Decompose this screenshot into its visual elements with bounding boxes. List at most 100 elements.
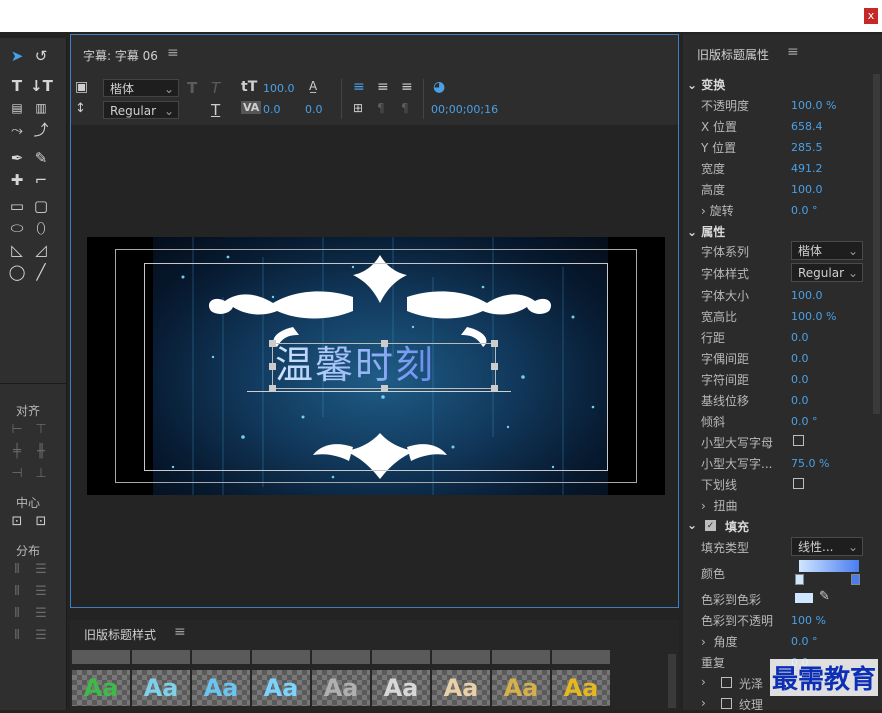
film-background-icon[interactable]: ▣ [75,79,88,95]
rounded-rect-tool-icon[interactable]: ⬯ [30,218,52,238]
leading-value[interactable]: 0.0 [305,103,323,116]
distort-row[interactable]: › 扭曲 [701,497,737,514]
title-text[interactable]: 温馨时刻 [275,342,435,388]
style-swatch[interactable]: Aa [192,670,250,706]
scrollbar[interactable] [873,74,880,414]
fill-checkbox[interactable]: ✓ [705,520,716,531]
rotation-tool-icon[interactable]: ↺ [30,46,52,66]
property-value[interactable]: 0.0 [791,352,809,365]
small-caps-size-value[interactable]: 75.0 % [791,457,829,470]
gradient-stop-end[interactable] [851,574,860,585]
transform-value[interactable]: 100.0 % [791,99,836,112]
align-right-text-icon[interactable]: ≡ [401,79,413,95]
transform-section[interactable]: ⌄ 变换 [687,76,725,93]
close-button[interactable]: x [864,8,878,24]
vertical-path-type-tool-icon[interactable]: ⤴ [30,120,52,140]
area-type-tool-icon[interactable]: ▤ [6,98,28,118]
arc-tool-icon[interactable]: ◿ [30,240,52,260]
color-swatch[interactable] [795,593,813,603]
align-bottom-icon[interactable]: ⊥ [30,464,52,484]
angle-value[interactable]: 0.0 ° [791,635,818,648]
italic-icon[interactable]: T [211,79,220,97]
style-swatch-row-top[interactable] [132,650,190,664]
style-swatch-row-top[interactable] [372,650,430,664]
property-value[interactable]: 0.0 ° [791,415,818,428]
font-style-select[interactable]: Regular ⌄ [103,101,179,119]
distribute-center-icon[interactable]: ⫴ [6,582,28,602]
font-family-select[interactable]: 楷体 ⌄ [103,79,179,97]
transform-value[interactable]: 100.0 [791,183,823,196]
resize-handle[interactable] [269,340,276,347]
sheen-row[interactable]: › [701,675,706,689]
scrollbar[interactable] [668,654,676,708]
small-caps-checkbox[interactable] [793,435,804,446]
texture-checkbox[interactable] [721,698,732,709]
clipped-rectangle-tool-icon[interactable]: ⬭ [6,218,28,238]
style-swatch[interactable]: Aa [132,670,190,706]
add-anchor-tool-icon[interactable]: ✚ [6,170,28,190]
delete-anchor-tool-icon[interactable]: ✎ [30,148,52,168]
fill-section[interactable]: ⌄ [687,518,697,532]
transform-value[interactable]: 491.2 [791,162,823,175]
transform-value[interactable]: 285.5 [791,141,823,154]
paragraph-icon[interactable]: ¶ [377,101,385,115]
bold-icon[interactable]: T [187,79,197,97]
vertical-area-type-tool-icon[interactable]: ▥ [30,98,52,118]
line-spacing-icon[interactable]: ↕ [75,101,86,116]
style-swatch[interactable]: Aa [492,670,550,706]
angle-row[interactable]: › 角度 [701,633,737,650]
timecode-value[interactable]: 00;00;00;16 [431,103,498,116]
distribute-right-icon[interactable]: ⫴ [6,604,28,624]
resize-handle[interactable] [491,340,498,347]
vertical-type-tool-icon[interactable]: ↓T [30,76,53,96]
align-left-icon[interactable]: ⊢ [6,420,28,440]
eyedropper-icon[interactable]: ✎ [819,589,830,604]
show-background-video-icon[interactable]: ◕ [433,79,445,95]
transform-label[interactable]: › 旋转 [701,202,734,219]
kerning-value[interactable]: 0.0 [263,103,281,116]
path-type-tool-icon[interactable]: ⤳ [6,120,28,140]
align-center-text-icon[interactable]: ≡ [377,79,389,95]
style-swatch[interactable]: Aa [552,670,610,706]
rounded-rectangle-tool-icon[interactable]: ▢ [30,196,52,216]
resize-handle[interactable] [491,363,498,370]
style-swatch-row-top[interactable] [432,650,490,664]
distribute-left-icon[interactable]: ⫴ [6,560,28,580]
tab-stops-icon[interactable]: ⊞ [353,101,363,115]
property-value[interactable]: 0.0 [791,331,809,344]
style-swatch-row-top[interactable] [252,650,310,664]
center-horizontal-icon[interactable]: ⊡ [6,512,28,532]
property-value[interactable]: 0.0 [791,373,809,386]
text-bounding-box[interactable]: 温馨时刻 [269,340,498,392]
font-size-value[interactable]: 100.0 [263,82,295,95]
property-value[interactable]: 100.0 % [791,310,836,323]
property-value[interactable]: 100.0 [791,289,823,302]
style-swatch[interactable]: Aa [72,670,130,706]
distribute-hspace-icon[interactable]: ⫴ [6,626,28,646]
rectangle-tool-icon[interactable]: ▭ [6,196,28,216]
style-swatch[interactable]: Aa [372,670,430,706]
wedge-tool-icon[interactable]: ◺ [6,240,28,260]
transform-value[interactable]: 658.4 [791,120,823,133]
align-vcenter-icon[interactable]: ╫ [30,442,52,462]
properties-section[interactable]: ⌄ 属性 [687,223,725,240]
style-swatch-row-top[interactable] [552,650,610,664]
style-swatch-row-top[interactable] [492,650,550,664]
gradient-ramp[interactable] [799,560,859,572]
property-value[interactable]: 0.0 [791,394,809,407]
style-swatch-row-top[interactable] [192,650,250,664]
fill-type-select[interactable]: 线性... ⌄ [791,537,863,556]
resize-handle[interactable] [381,340,388,347]
style-swatch[interactable]: Aa [252,670,310,706]
pen-tool-icon[interactable]: ✒ [6,148,28,168]
paragraph-icon[interactable]: ¶ [401,101,409,115]
align-top-icon[interactable]: ⊤ [30,420,52,440]
type-tool-icon[interactable]: T [6,76,28,96]
hamburger-icon[interactable]: ≡ [174,624,186,640]
gradient-stop-start[interactable] [795,574,804,585]
center-vertical-icon[interactable]: ⊡ [30,512,52,532]
title-canvas[interactable]: 温馨时刻 [87,237,665,495]
align-left-text-icon[interactable]: ≡ [353,79,365,95]
transform-value[interactable]: 0.0 ° [791,204,818,217]
texture-row[interactable]: › [701,696,706,710]
